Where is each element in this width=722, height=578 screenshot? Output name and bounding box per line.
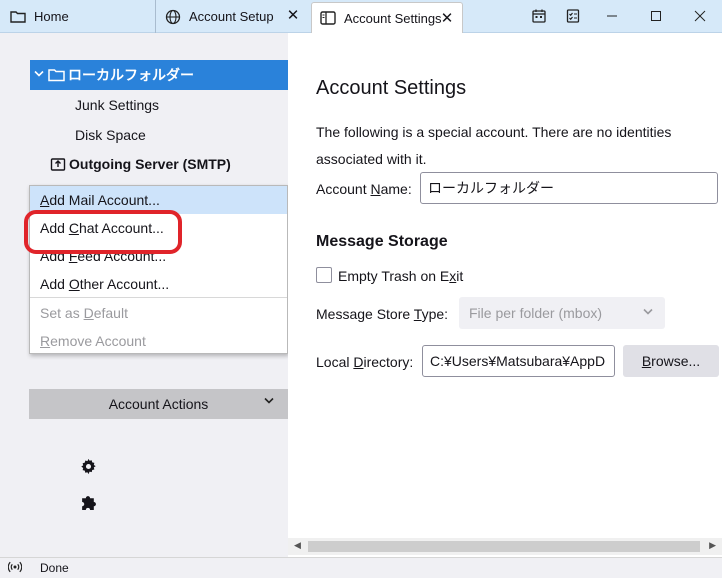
account-actions-label: Account Actions [108, 396, 209, 412]
globe-icon [165, 9, 181, 25]
account-name-input[interactable]: ローカルフォルダー [420, 172, 718, 204]
settings-page-icon [320, 10, 336, 26]
tree-item-junk-settings[interactable]: Junk Settings [75, 97, 159, 113]
add-mail-account-menu-item[interactable]: Add Mail Account... [30, 186, 287, 214]
maximize-icon[interactable] [634, 0, 678, 32]
online-status-icon[interactable] [7, 561, 24, 576]
account-description: The following is a special account. Ther… [316, 124, 672, 167]
tree-item-label: ローカルフォルダー [68, 67, 194, 83]
menu-separator [30, 297, 287, 298]
local-directory-label: Local Directory: [316, 354, 414, 370]
account-settings-pane: Account Settings The following is a spec… [288, 33, 722, 557]
gear-icon[interactable] [79, 457, 97, 475]
calendar-icon[interactable] [522, 0, 556, 32]
folder-icon [10, 9, 26, 25]
tab-account-settings-label: Account Settings [344, 10, 442, 26]
tab-home[interactable]: Home [0, 0, 156, 33]
window-close-icon[interactable] [678, 0, 722, 32]
add-feed-account-menu-item[interactable]: Add Feed Account... [30, 242, 287, 270]
add-other-account-menu-item[interactable]: Add Other Account... [30, 270, 287, 298]
puzzle-piece-icon[interactable] [79, 493, 97, 511]
message-storage-heading: Message Storage [316, 233, 448, 250]
account-actions-button[interactable]: Account Actions [29, 389, 288, 419]
tab-account-settings[interactable]: Account Settings ✕ [311, 2, 463, 33]
status-text: Done [40, 561, 69, 575]
chevron-down-icon [643, 297, 653, 329]
chevron-down-icon [264, 396, 274, 408]
close-icon[interactable]: ✕ [440, 11, 454, 26]
message-store-type-label: Message Store Type: [316, 306, 449, 322]
outbox-icon [50, 156, 66, 172]
tree-item-outgoing-server[interactable]: Outgoing Server (SMTP) [50, 156, 231, 172]
horizontal-scrollbar[interactable]: ◀ ▶ [288, 538, 722, 555]
page-title: Account Settings [316, 77, 467, 99]
scroll-left-icon[interactable]: ◀ [294, 540, 301, 551]
tree-item-disk-space[interactable]: Disk Space [75, 127, 146, 143]
tab-account-setup-label: Account Setup [189, 9, 274, 24]
folder-icon [48, 68, 66, 82]
empty-trash-label[interactable]: Empty Trash on Exit [338, 268, 463, 284]
account-actions-menu: Add Mail Account... Add Chat Account... … [29, 185, 288, 354]
empty-trash-checkbox[interactable] [316, 267, 332, 283]
remove-account-menu-item: Remove Account [40, 333, 146, 349]
scrollbar-thumb[interactable] [308, 541, 700, 552]
tab-home-label: Home [34, 9, 69, 24]
tree-item-label: Outgoing Server (SMTP) [69, 156, 231, 172]
close-icon[interactable]: ✕ [286, 8, 300, 23]
local-directory-input[interactable]: C:¥Users¥Matsubara¥AppD [422, 345, 615, 377]
chevron-down-icon[interactable] [30, 69, 48, 81]
tab-bar: Home Account Setup ✕ Account Settings ✕ [0, 0, 722, 33]
scroll-right-icon[interactable]: ▶ [709, 540, 716, 551]
minimize-icon[interactable] [590, 0, 634, 32]
set-as-default-menu-item: Set as Default [40, 305, 128, 321]
tab-account-setup[interactable]: Account Setup ✕ [157, 0, 308, 33]
tree-item-local-folders[interactable]: ローカルフォルダー [30, 60, 288, 90]
browse-button[interactable]: Browse... [623, 345, 719, 377]
status-bar: Done [0, 557, 722, 578]
account-name-label: Account Name: [316, 181, 412, 197]
message-store-type-select: File per folder (mbox) [459, 297, 665, 329]
add-chat-account-menu-item[interactable]: Add Chat Account... [30, 214, 287, 242]
tasks-icon[interactable] [556, 0, 590, 32]
